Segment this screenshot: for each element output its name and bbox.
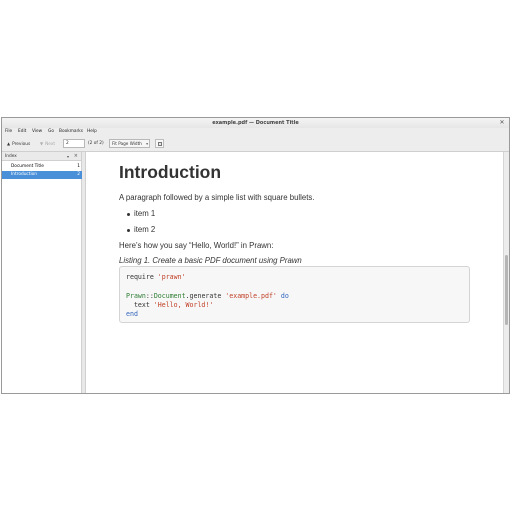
arrow-up-icon: ▲ — [7, 141, 11, 146]
menu-file[interactable]: File — [5, 128, 12, 136]
code-class: Document — [153, 292, 186, 300]
scrollbar-thumb[interactable] — [505, 255, 508, 325]
application-window: example.pdf — Document Title ✕ File Edit… — [1, 117, 510, 394]
vertical-scrollbar[interactable] — [503, 152, 509, 393]
index-item-label: Introduction — [11, 172, 38, 177]
close-icon[interactable]: ✕ — [498, 119, 506, 127]
menu-go[interactable]: Go — [48, 128, 54, 136]
list-item: item 1 — [134, 209, 156, 218]
index-item-page: 2 — [77, 172, 80, 177]
chevron-down-icon[interactable]: ▾ — [67, 152, 69, 161]
index-item-introduction[interactable]: Introduction 2 — [2, 171, 82, 179]
toolbar: ▲ Previous ▼ Next 2 (2 of 2) Fit Page Widt… — [2, 136, 509, 152]
chevron-down-icon: ▾ — [146, 141, 148, 146]
document-page: Introduction A paragraph followed by a s… — [86, 152, 503, 393]
menu-bar: File Edit View Go Bookmarks Help — [2, 128, 509, 136]
sidebar-header: Index ▾ × — [2, 152, 81, 161]
code-token: text — [126, 301, 154, 309]
code-token: require — [126, 273, 158, 281]
page-count: (2 of 2) — [88, 141, 104, 146]
code-block: require 'prawn' Prawn::Document.generate… — [119, 266, 470, 323]
code-keyword: do — [276, 292, 289, 300]
code-line: end — [126, 310, 138, 318]
next-label: Next — [45, 142, 56, 147]
sidebar-title[interactable]: Index — [5, 152, 17, 161]
document-view: Introduction A paragraph followed by a s… — [86, 152, 503, 393]
menu-edit[interactable]: Edit — [18, 128, 26, 136]
menu-bookmarks[interactable]: Bookmarks — [59, 128, 83, 136]
bullet-icon — [127, 213, 130, 216]
next-button[interactable]: ▼ Next — [40, 139, 55, 148]
index-item-document-title[interactable]: Document Title 1 — [2, 163, 82, 171]
code-string: 'example.pdf' — [225, 292, 277, 300]
menu-view[interactable]: View — [32, 128, 42, 136]
code-string: 'prawn' — [157, 273, 186, 281]
image-icon — [157, 141, 162, 146]
zoom-select[interactable]: Fit Page Width ▾ — [109, 139, 150, 148]
previous-button[interactable]: ▲ Previous — [7, 139, 30, 148]
code-class: Prawn — [126, 292, 146, 300]
bullet-icon — [127, 229, 130, 232]
paragraph: Here’s how you say “Hello, World!” in Pr… — [119, 241, 274, 250]
code-line: Prawn::Document.generate 'example.pdf' d… — [126, 292, 289, 300]
previous-label: Previous — [12, 142, 31, 147]
index-item-page: 1 — [77, 164, 80, 169]
close-icon[interactable]: × — [74, 152, 78, 161]
index-item-label: Document Title — [11, 164, 44, 169]
menu-help[interactable]: Help — [87, 128, 97, 136]
paragraph: A paragraph followed by a simple list wi… — [119, 193, 315, 202]
code-line: require 'prawn' — [126, 273, 186, 281]
arrow-down-icon: ▼ — [40, 141, 44, 146]
code-token: :: — [145, 292, 154, 300]
code-token: .generate — [185, 292, 226, 300]
page-heading: Introduction — [119, 162, 222, 182]
index-sidebar: Index ▾ × Document Title 1 Introduction … — [2, 152, 82, 393]
thumbnail-toggle-button[interactable] — [155, 139, 164, 148]
title-bar[interactable]: example.pdf — Document Title ✕ — [2, 118, 509, 128]
code-string: 'Hello, World!' — [153, 301, 214, 309]
zoom-value: Fit Page Width — [112, 141, 142, 146]
listing-caption: Listing 1. Create a basic PDF document u… — [119, 256, 302, 265]
code-line: text 'Hello, World!' — [126, 301, 213, 309]
list-item: item 2 — [134, 225, 156, 234]
page-number-input[interactable]: 2 — [63, 139, 85, 148]
window-title: example.pdf — Document Title — [212, 120, 299, 126]
